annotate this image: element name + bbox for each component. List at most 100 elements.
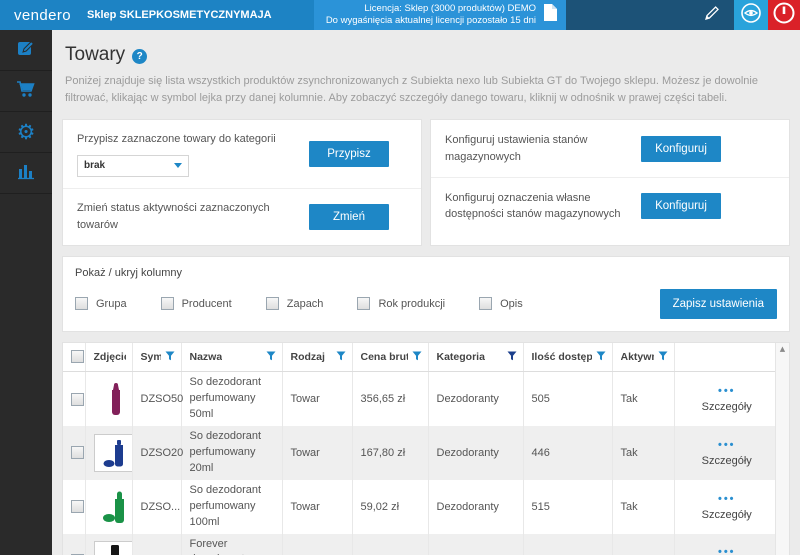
product-image — [94, 434, 136, 472]
license-line2: Do wygaśnięcia aktualnej licencji pozost… — [326, 15, 536, 27]
header-photo: Zdjęcie — [94, 351, 126, 363]
cell-price: 356,65 zł — [352, 372, 428, 426]
row-checkbox[interactable] — [71, 500, 84, 513]
checkbox-opis[interactable] — [479, 297, 492, 310]
header-quantity: Ilość dostępna — [532, 351, 592, 363]
sidebar-item-products[interactable] — [0, 30, 52, 71]
filter-funnel-icon[interactable] — [658, 348, 668, 366]
details-link[interactable]: Szczegóły — [683, 455, 772, 467]
category-select[interactable]: brak — [77, 155, 189, 177]
column-toggle-label: Opis — [500, 298, 523, 310]
column-toggle-rok-produkcji[interactable]: Rok produkcji — [357, 297, 445, 310]
column-toggle-grupa[interactable]: Grupa — [75, 297, 127, 310]
cell-type: Towar — [282, 426, 352, 480]
sidebar-item-orders[interactable] — [0, 71, 52, 112]
filter-funnel-icon[interactable] — [596, 348, 606, 366]
main-content: Towary ? Poniżej znajduje się lista wszy… — [52, 30, 800, 555]
category-select-value: brak — [84, 160, 105, 171]
cell-symbol: DZSO... — [132, 480, 181, 534]
checkbox-grupa[interactable] — [75, 297, 88, 310]
gear-icon: ⚙ — [17, 122, 36, 143]
table-row: DZFO... Forever dezodorant 100ml Towar 3… — [63, 534, 777, 555]
cell-type: Towar — [282, 534, 352, 555]
more-actions-icon[interactable]: ••• — [718, 493, 736, 505]
preview-shop-button[interactable] — [734, 0, 768, 30]
cell-symbol: DZSO50 — [132, 372, 181, 426]
checkbox-producent[interactable] — [161, 297, 174, 310]
product-image — [94, 488, 136, 526]
configure-availability-button[interactable]: Konfiguruj — [641, 193, 721, 219]
more-actions-icon[interactable]: ••• — [718, 546, 736, 555]
cell-category: Dezodoranty — [428, 534, 523, 555]
table-row: DZSO50 So dezodorant perfumowany 50ml To… — [63, 372, 777, 426]
sidebar-item-settings[interactable]: ⚙ — [0, 112, 52, 153]
filter-funnel-icon[interactable] — [165, 348, 175, 366]
cell-active: Tak — [612, 534, 674, 555]
cell-name: So dezodorant perfumowany 100ml — [181, 480, 282, 534]
edit-note-icon — [16, 38, 36, 63]
column-toggle-producent[interactable]: Producent — [161, 297, 232, 310]
change-status-button[interactable]: Zmień — [309, 204, 389, 230]
scroll-up-icon[interactable]: ▲ — [780, 345, 785, 353]
logout-button[interactable] — [768, 0, 800, 30]
select-all-checkbox[interactable] — [71, 350, 84, 363]
cell-category: Dezodoranty — [428, 480, 523, 534]
table-scrollbar[interactable]: ▲ ▼ — [775, 343, 789, 555]
header-category: Kategoria — [437, 351, 485, 363]
eye-icon — [740, 2, 762, 29]
shop-name: Sklep SKLEPKOSMETYCZNYMAJA — [87, 9, 272, 21]
checkbox-zapach[interactable] — [266, 297, 279, 310]
filter-funnel-icon[interactable] — [336, 348, 346, 366]
table-row: DZSO20 So dezodorant perfumowany 20ml To… — [63, 426, 777, 480]
cell-category: Dezodoranty — [428, 426, 523, 480]
header-name: Nazwa — [190, 351, 223, 363]
details-link[interactable]: Szczegóły — [683, 401, 772, 413]
column-toggle-label: Rok produkcji — [378, 298, 445, 310]
cell-active: Tak — [612, 426, 674, 480]
row-checkbox[interactable] — [71, 393, 84, 406]
vendero-logo: vendero — [0, 7, 87, 24]
checkbox-rok-produkcji[interactable] — [357, 297, 370, 310]
cell-name: So dezodorant perfumowany 50ml — [181, 372, 282, 426]
sidebar-item-statistics[interactable] — [0, 153, 52, 194]
product-image — [94, 541, 136, 555]
topbar-left: vendero Sklep SKLEPKOSMETYCZNYMAJA Licen… — [0, 0, 566, 30]
cart-icon — [15, 79, 37, 104]
assign-button[interactable]: Przypisz — [309, 141, 389, 167]
cell-type: Towar — [282, 372, 352, 426]
license-line1: Licencja: Sklep (3000 produktów) DEMO — [326, 3, 536, 15]
more-actions-icon[interactable]: ••• — [718, 439, 736, 451]
topbar-dark-section — [566, 0, 734, 30]
cell-active: Tak — [612, 480, 674, 534]
columns-panel-title: Pokaż / ukryj kolumny — [75, 267, 777, 279]
power-icon — [772, 1, 796, 30]
configure-stock-button[interactable]: Konfiguruj — [641, 136, 721, 162]
filter-funnel-icon[interactable] — [266, 348, 276, 366]
more-actions-icon[interactable]: ••• — [718, 385, 736, 397]
save-settings-button[interactable]: Zapisz ustawienia — [660, 289, 777, 319]
cell-price: 167,80 zł — [352, 426, 428, 480]
cell-name: So dezodorant perfumowany 20ml — [181, 426, 282, 480]
column-toggle-opis[interactable]: Opis — [479, 297, 523, 310]
cell-symbol: DZFO... — [132, 534, 181, 555]
cell-type: Towar — [282, 480, 352, 534]
pencil-icon[interactable] — [704, 5, 720, 26]
help-icon[interactable]: ? — [132, 49, 147, 64]
column-toggle-label: Grupa — [96, 298, 127, 310]
details-link[interactable]: Szczegóły — [683, 509, 772, 521]
assign-panel: Przypisz zaznaczone towary do kategorii … — [62, 119, 422, 246]
configure-panel: Konfiguruj ustawienia stanów magazynowyc… — [430, 119, 790, 246]
column-toggle-label: Producent — [182, 298, 232, 310]
cell-price: 59,02 zł — [352, 480, 428, 534]
header-symbol: Symbol — [141, 351, 161, 363]
topbar: vendero Sklep SKLEPKOSMETYCZNYMAJA Licen… — [0, 0, 800, 30]
license-text: Licencja: Sklep (3000 produktów) DEMO Do… — [326, 3, 536, 27]
filter-funnel-icon-active[interactable] — [507, 348, 517, 366]
stock-settings-label: Konfiguruj ustawienia stanów magazynowyc… — [445, 132, 615, 165]
table-header-row: Zdjęcie Symbol Nazwa Rodzaj Cena brutto … — [63, 343, 777, 372]
filter-funnel-icon[interactable] — [412, 348, 422, 366]
sidebar: ⚙ — [0, 30, 52, 555]
cell-price: 380,07 zł — [352, 534, 428, 555]
column-toggle-zapach[interactable]: Zapach — [266, 297, 324, 310]
row-checkbox[interactable] — [71, 446, 84, 459]
